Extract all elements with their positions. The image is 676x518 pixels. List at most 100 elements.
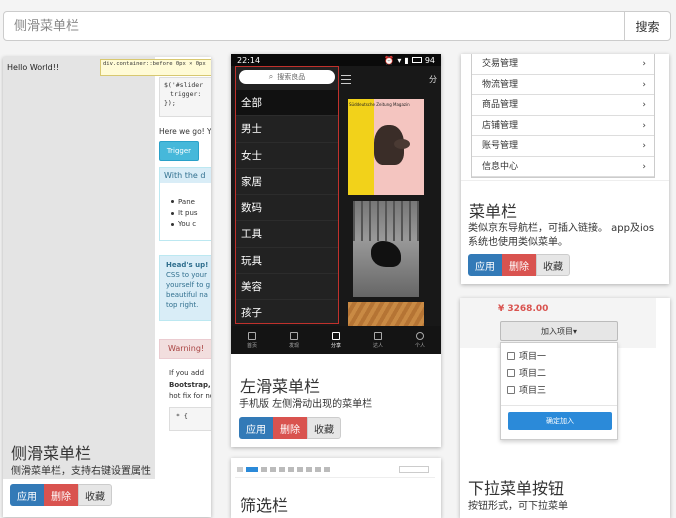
- signal-icon: ▮: [404, 55, 409, 65]
- code-line: trigger:: [170, 90, 202, 98]
- status-time: 22:14: [237, 55, 261, 65]
- search-button[interactable]: 搜索: [624, 12, 670, 40]
- dog-head: [394, 139, 410, 149]
- preview-right-pane: $('#slider trigger: }); Here we go! Y Tr…: [155, 57, 211, 479]
- dropdown-option[interactable]: 项目一: [501, 347, 617, 364]
- tab-home[interactable]: 首页: [231, 326, 273, 354]
- search-input[interactable]: [4, 12, 624, 40]
- wood-photo: [348, 302, 424, 326]
- code-line: $('#slider: [164, 81, 204, 89]
- preview-image: Hello World!! $('#slider trigger: }); He…: [3, 57, 211, 479]
- drawer-item[interactable]: 玩具: [236, 248, 338, 275]
- book-icon: [290, 331, 298, 340]
- filter-search-box: [399, 466, 429, 473]
- dropdown-option[interactable]: 项目二: [501, 364, 617, 381]
- magazine-yellow: [348, 99, 374, 195]
- drawer-item[interactable]: 数码: [236, 195, 338, 222]
- drawer-search[interactable]: ⌕ 搜索良品: [239, 70, 335, 84]
- status-bar: 22:14 ⏰ ▾ ▮ 94: [231, 54, 441, 66]
- headsup-title: Head's up!: [166, 261, 209, 269]
- dropdown-option[interactable]: 项目三: [501, 381, 617, 398]
- status-icons: ⏰ ▾ ▮ 94: [384, 56, 435, 65]
- favorite-button[interactable]: 收藏: [78, 484, 112, 506]
- hotfix-text: hot fix for no: [169, 392, 211, 400]
- card-actions: 应用 删除 收藏: [468, 254, 570, 276]
- bullet-dot: [171, 223, 174, 226]
- checkbox[interactable]: [507, 351, 515, 360]
- drawer-search-text: 搜索良品: [277, 73, 306, 81]
- card-actions: 应用 删除 收藏: [239, 417, 341, 439]
- search-icon: ⌕: [268, 72, 274, 81]
- filter-chip: [237, 467, 243, 472]
- drawer-item[interactable]: 美容: [236, 274, 338, 301]
- battery-level: 94: [424, 55, 435, 65]
- card-desc: 手机版 左侧滑动出现的菜单栏: [239, 399, 373, 410]
- checkbox[interactable]: [507, 385, 515, 394]
- magazine-title: Süddeutsche Zeitung Magazin: [349, 102, 410, 107]
- drawer-item[interactable]: 男士: [236, 116, 338, 143]
- here-text: Here we go! Y: [159, 127, 211, 136]
- delete-button[interactable]: 删除: [273, 417, 307, 439]
- code-line: * {: [176, 412, 188, 420]
- bullet-dot: [171, 200, 174, 203]
- dropdown-menu: 项目一 项目二 项目三 确定加入: [500, 342, 618, 440]
- card-left-menu[interactable]: 22:14 ⏰ ▾ ▮ 94 分 Süddeutsche Zeitung Mag…: [231, 54, 441, 447]
- delete-button[interactable]: 删除: [44, 484, 78, 506]
- card-title: 筛选栏: [240, 496, 289, 515]
- bullet-dot: [171, 212, 174, 215]
- drawer-item[interactable]: 全部: [236, 90, 338, 117]
- magazine-image: Süddeutsche Zeitung Magazin: [348, 99, 424, 195]
- card-dropdown[interactable]: ¥ 3268.00 加入项目▾ 项目一 项目二 项目三 确定加入 下拉菜单按钮 …: [460, 298, 670, 518]
- street-photo: [353, 201, 419, 297]
- checkbox[interactable]: [507, 368, 515, 377]
- tab-profile[interactable]: 个人: [399, 326, 441, 354]
- apply-button[interactable]: 应用: [10, 484, 44, 506]
- hamburger-icon: [341, 75, 351, 84]
- card-title: 菜单栏: [469, 202, 518, 221]
- alarm-icon: ⏰: [384, 55, 395, 65]
- share-icon: [332, 331, 340, 340]
- bullet-item: You c: [160, 219, 211, 230]
- hello-text: Hello World!!: [7, 63, 60, 72]
- code-block: $('#slider trigger: });: [159, 77, 211, 117]
- card-menu-bar[interactable]: 交易管理 › 物流管理 › 商品管理 › 店铺管理 › 账号管理 › 信息中心 › 菜单栏 …: [461, 54, 669, 284]
- headsup-line: yourself to g: [166, 281, 211, 289]
- dropdown-divider: [501, 405, 617, 406]
- card-side-menu[interactable]: Hello World!! $('#slider trigger: }); He…: [3, 57, 211, 517]
- apply-button[interactable]: 应用: [468, 254, 502, 276]
- drawer-item[interactable]: 孩子: [236, 300, 338, 327]
- battery-icon: [411, 57, 422, 63]
- code-block: * {: [169, 407, 211, 431]
- confirm-add-button[interactable]: 确定加入: [508, 412, 612, 430]
- side-drawer: ⌕ 搜索良品 全部 男士 女士 家居 数码 工具 玩具 美容 孩子: [235, 66, 339, 327]
- wifi-icon: ▾: [397, 55, 402, 65]
- card-filter-bar[interactable]: 筛选栏: [231, 458, 441, 518]
- card-actions: 应用 删除 收藏: [10, 484, 112, 506]
- dropdown-button[interactable]: 加入项目▾: [500, 321, 618, 341]
- search-bar: 搜索: [3, 11, 671, 41]
- tab-experts[interactable]: 达人: [357, 326, 399, 354]
- card-desc: 侧滑菜单栏，支持右键设置属性: [11, 466, 151, 477]
- delete-button[interactable]: 删除: [502, 254, 536, 276]
- drawer-item[interactable]: 女士: [236, 143, 338, 169]
- photo-lines: [353, 201, 419, 241]
- card-title: 左滑菜单栏: [240, 377, 321, 396]
- filter-chip: [261, 467, 331, 472]
- info-box: With the d Pane It pus You c: [159, 167, 211, 241]
- star-icon: [374, 331, 382, 340]
- card-title: 侧滑菜单栏: [11, 444, 92, 463]
- card-desc: 按钮形式，可下拉菜单: [468, 501, 568, 512]
- drawer-item[interactable]: 家居: [236, 169, 338, 196]
- warning-box: Warning!: [159, 339, 211, 359]
- tab-share[interactable]: 分享: [315, 326, 357, 354]
- dropdown-preview: ¥ 3268.00 加入项目▾ 项目一 项目二 项目三 确定加入: [460, 298, 670, 448]
- favorite-button[interactable]: 收藏: [307, 417, 341, 439]
- tab-discover[interactable]: 发现: [273, 326, 315, 354]
- price-text: ¥ 3268.00: [498, 304, 549, 314]
- headsup-line: CSS to your: [166, 271, 207, 279]
- home-icon: [248, 331, 256, 340]
- apply-button[interactable]: 应用: [239, 417, 273, 439]
- drawer-item[interactable]: 工具: [236, 221, 338, 248]
- dancer-figure: [371, 241, 401, 267]
- favorite-button[interactable]: 收藏: [536, 254, 570, 276]
